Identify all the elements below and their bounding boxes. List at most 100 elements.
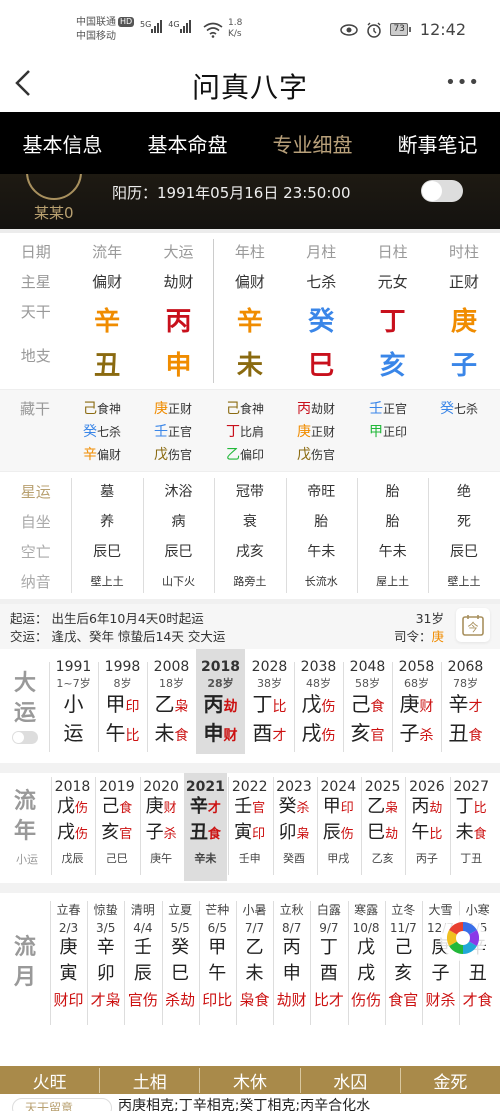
calendar-toggle[interactable] xyxy=(421,180,463,202)
dayun-year: 1998 xyxy=(104,659,141,675)
liuyue-column[interactable]: 立冬 11/7 己亥食官 xyxy=(385,901,422,1010)
dayun-column[interactable]: 1991 1~7岁小运 xyxy=(49,659,98,754)
liunian-column[interactable]: 2019 己食 亥官 己巳 xyxy=(95,773,138,881)
fortune-cell: 午未 xyxy=(307,544,336,560)
liuyue-gan: 丁 xyxy=(319,937,338,958)
dayun-year: 1991 xyxy=(55,659,92,675)
column-divider xyxy=(347,901,349,1025)
dayun-toggle[interactable] xyxy=(12,731,38,744)
dayun-gan-line: 戊伤 xyxy=(294,691,343,720)
liunian-column[interactable]: 2026 丙劫 午比 丙子 xyxy=(405,773,448,881)
liuyue-gan: 乙 xyxy=(245,937,264,958)
solar-term-date: 5/5 xyxy=(170,921,190,935)
liuyue-column[interactable]: 清明 4/4 壬辰官伤 xyxy=(124,901,161,1010)
solar-term: 惊蛰 xyxy=(93,903,118,917)
ten-god: 食神 xyxy=(97,402,122,416)
liuyue-shishen: 印比 xyxy=(202,991,233,1009)
liuyue-column[interactable]: 白露 9/7 丁酉比才 xyxy=(310,901,347,1010)
xiaoyun: 己巳 xyxy=(105,852,128,865)
liunian-gan: 癸 xyxy=(278,796,297,817)
fortune-cell: 午未 xyxy=(378,544,407,560)
liuyue-shishen: 官伤 xyxy=(127,991,158,1009)
liuyue-column[interactable]: 立夏 5/5 癸巳杀劫 xyxy=(162,901,199,1010)
liunian-column[interactable]: 2022 壬官 寅印 壬申 xyxy=(228,773,271,881)
heavenly-stem: 庚 xyxy=(451,307,478,337)
fortune-table: 星运墓沐浴 冠带 帝旺胎绝自坐养病衰胎胎死空亡 辰巳 辰巳 戌亥 午未 午未 辰巳 纳音 壁上土 山下… xyxy=(0,471,500,599)
signal-indicators: 5G 4G xyxy=(140,20,191,36)
liuyue-column[interactable]: 小暑 7/7 乙未枭食 xyxy=(236,901,273,1010)
liunian-gan: 丁 xyxy=(455,796,474,817)
avatar[interactable] xyxy=(26,174,82,200)
liunian-zhi-shishen: 劫 xyxy=(385,827,399,842)
relations-chip[interactable]: 天干留意 xyxy=(12,1098,112,1111)
more-button[interactable]: ••• xyxy=(445,72,480,93)
dayun-zhi-line: 酉才 xyxy=(245,720,294,749)
pillar-header: 流年 xyxy=(92,243,123,261)
xiaoyun: 庚午 xyxy=(150,852,173,865)
tab-basic-info[interactable]: 基本信息 xyxy=(0,129,125,158)
liuyue-column[interactable]: 立秋 8/7 丙申劫财 xyxy=(273,901,310,1010)
dayun-column[interactable]: 2058 68岁 庚财 子杀 xyxy=(392,659,441,754)
liunian-column[interactable]: 2021 辛才 丑食 辛未 xyxy=(183,773,227,881)
signal-icon-4g: 4G xyxy=(168,20,191,36)
column-divider xyxy=(50,901,51,1025)
dayun-zhi: 子 xyxy=(399,721,420,745)
dayun-column[interactable]: 1998 8岁 甲印 午比 xyxy=(98,659,147,754)
hidden-stem: 癸 xyxy=(440,401,454,417)
liuyue-column[interactable]: 立春 2/3 庚寅财印 xyxy=(50,901,87,1010)
floating-shutter-button[interactable] xyxy=(440,915,486,961)
dayun-label-2: 运 xyxy=(13,701,36,726)
stem-row: 天干 辛 丙 辛 癸 丁 庚 xyxy=(0,301,500,338)
liunian-column[interactable]: 2020 庚财 子杀 庚午 xyxy=(140,773,183,881)
fortune-row-label: 自坐 xyxy=(20,512,51,531)
heavenly-stem: 丁 xyxy=(379,307,406,337)
current-age: 31岁 xyxy=(415,611,444,626)
tab-notes[interactable]: 断事笔记 xyxy=(375,129,500,158)
liunian-gan: 戊 xyxy=(56,796,75,817)
dayun-column[interactable]: 2038 48岁 戊伤 戌伤 xyxy=(294,659,343,754)
eye-icon xyxy=(340,23,359,36)
dayun-column[interactable]: 2068 78岁 辛才 丑食 xyxy=(441,659,490,754)
dayun-label-1: 大 xyxy=(13,671,36,696)
liuyue-label-2: 月 xyxy=(13,965,36,990)
liunian-column[interactable]: 2018 戊伤 戌伤 戊辰 xyxy=(51,773,94,881)
tab-pro-chart[interactable]: 专业细盘 xyxy=(250,129,375,158)
liunian-gan-line: 丙劫 xyxy=(405,795,448,821)
shutter-icon xyxy=(446,921,480,955)
column-divider xyxy=(357,478,358,593)
liuyue-column[interactable]: 寒露 10/8 戊戌伤伤 xyxy=(348,901,385,1010)
hidden-stem-item: 戊伤官 xyxy=(154,444,192,467)
liunian-year: 2023 xyxy=(276,779,312,795)
dayun-gan-shishen: 食 xyxy=(370,699,385,715)
solar-term: 芒种 xyxy=(205,903,230,917)
today-button[interactable]: 今 xyxy=(456,608,490,642)
tab-basic-chart[interactable]: 基本命盘 xyxy=(125,129,250,158)
liunian-column[interactable]: 2023 癸杀 卯枭 癸酉 xyxy=(273,773,316,881)
heavenly-stem: 癸 xyxy=(308,307,335,337)
dayun-column[interactable]: 2008 18岁 乙枭 未食 xyxy=(147,659,196,754)
liunian-column[interactable]: 2025 乙枭 巳劫 乙亥 xyxy=(361,773,404,881)
dayun-zhi-shishen: 财 xyxy=(223,728,238,744)
liuyue-zhi: 戌 xyxy=(357,963,376,984)
liunian-column[interactable]: 2027 丁比 未食 丁丑 xyxy=(450,773,493,881)
dayun-zhi-shishen: 才 xyxy=(272,728,287,744)
dayun-column[interactable]: 2018 28岁 丙劫 申财 xyxy=(196,649,245,754)
liuyue-column[interactable]: 芒种 6/5 甲午印比 xyxy=(199,901,236,1010)
column-divider xyxy=(294,662,295,752)
liunian-gan-line: 丁比 xyxy=(450,795,493,821)
liunian-gan-shishen: 伤 xyxy=(74,801,88,816)
heavenly-stem: 辛 xyxy=(94,307,121,337)
liuyue-gan: 辛 xyxy=(96,937,115,958)
dayun-column[interactable]: 2028 38岁 丁比 酉才 xyxy=(245,659,294,754)
hidden-stem-item: 庚正财 xyxy=(297,421,335,444)
dayun-column[interactable]: 2048 58岁 己食 亥官 xyxy=(343,659,392,754)
liuyue-column[interactable]: 惊蛰 3/5 辛卯才枭 xyxy=(87,901,124,1010)
hidden-stem-column: 壬正官 甲正印 xyxy=(369,398,407,444)
liunian-zhi: 子 xyxy=(145,822,164,843)
dayun-zhi-line: 未食 xyxy=(147,720,196,749)
liunian-gan: 壬 xyxy=(234,796,253,817)
dayun-zhi: 午 xyxy=(105,721,126,745)
column-divider xyxy=(392,662,393,752)
column-divider xyxy=(95,777,97,875)
liunian-column[interactable]: 2024 甲印 辰伤 甲戌 xyxy=(317,773,360,881)
